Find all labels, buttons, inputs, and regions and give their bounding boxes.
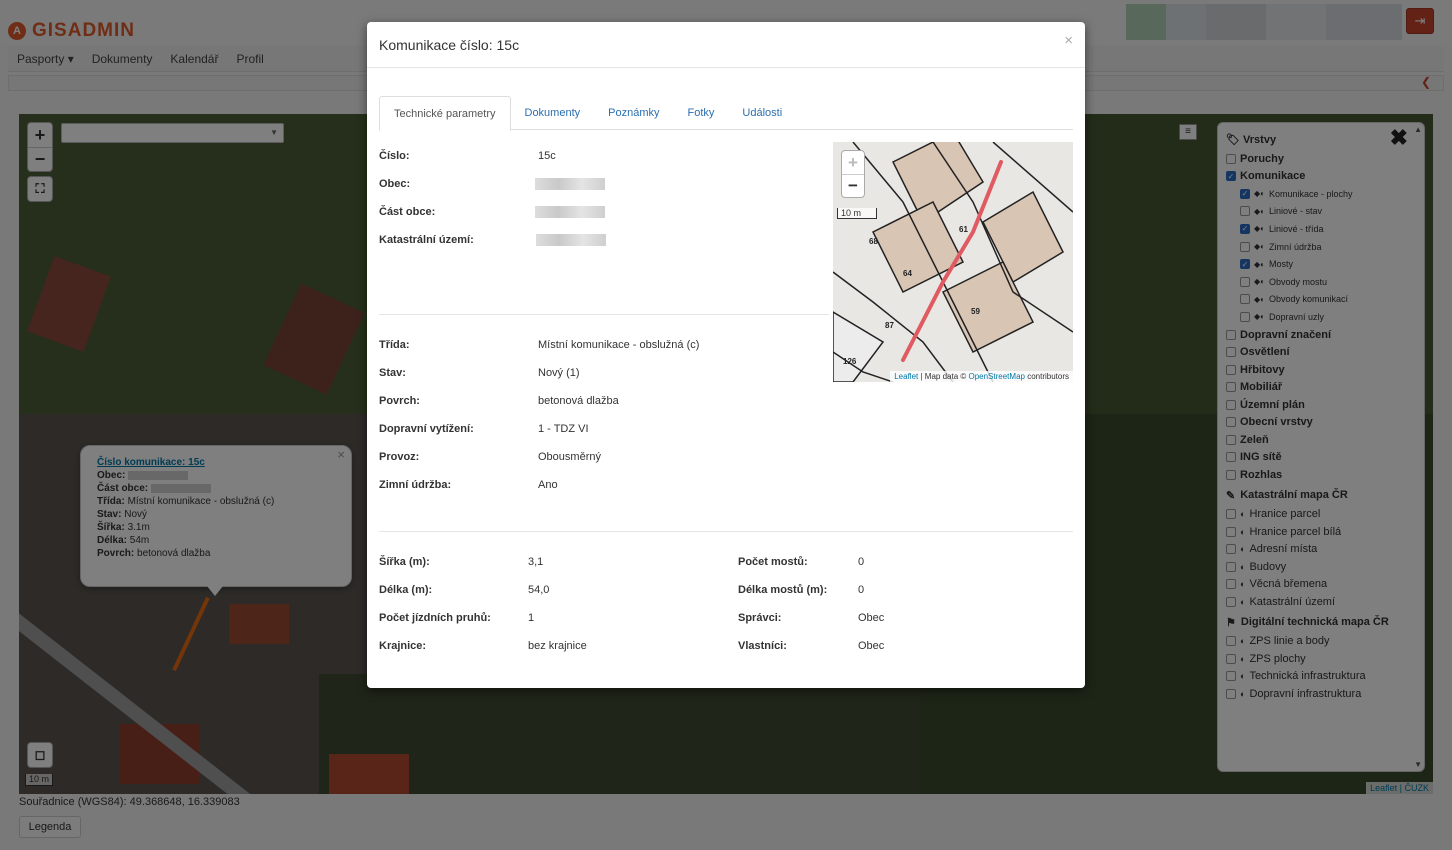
delka-mostu-label: Délka mostů (m): bbox=[738, 584, 828, 596]
trida-label: Třída: bbox=[379, 339, 410, 351]
povrch-label: Povrch: bbox=[379, 395, 420, 407]
pruhy-label: Počet jízdních pruhů: bbox=[379, 612, 491, 624]
detail-minimap[interactable]: 68 64 59 126 87 61 + − 10 m Leaflet | Ma… bbox=[833, 142, 1073, 382]
stav-value: Nový (1) bbox=[538, 367, 580, 379]
povrch-value: betonová dlažba bbox=[538, 395, 619, 407]
parcel-number: 64 bbox=[903, 269, 912, 278]
modal-tabs: Technické parametry Dokumenty Poznámky F… bbox=[379, 96, 1073, 131]
parcel-number: 61 bbox=[959, 225, 968, 234]
attr-text-end: contributors bbox=[1024, 372, 1069, 381]
minimap-attribution: Leaflet | Map data © OpenStreetMap contr… bbox=[890, 371, 1073, 382]
delka-mostu-value: 0 bbox=[858, 584, 865, 596]
pruhy-value: 1 bbox=[528, 612, 535, 624]
parcel-number: 59 bbox=[971, 307, 980, 316]
provoz-value: Obousměrný bbox=[538, 451, 601, 463]
leaflet-link[interactable]: Leaflet bbox=[894, 372, 918, 381]
divider bbox=[379, 314, 829, 315]
provoz-label: Provoz: bbox=[379, 451, 420, 463]
pocet-mostu-label: Počet mostů: bbox=[738, 556, 808, 568]
vlastnici-label: Vlastníci: bbox=[738, 640, 787, 652]
obec-label: Obec: bbox=[379, 178, 411, 190]
tab-fotky[interactable]: Fotky bbox=[674, 96, 729, 130]
parcel-number: 126 bbox=[843, 357, 857, 366]
tab-poznamky[interactable]: Poznámky bbox=[594, 96, 673, 130]
modal-title: Komunikace číslo: 15c bbox=[367, 22, 1085, 68]
stav-label: Stav: bbox=[379, 367, 406, 379]
minimap-scale: 10 m bbox=[837, 208, 877, 219]
road-detail-modal: Komunikace číslo: 15c × Technické parame… bbox=[367, 22, 1085, 688]
krajnice-value: bez krajnice bbox=[528, 640, 587, 652]
divider bbox=[379, 531, 1073, 532]
zimni-value: Ano bbox=[538, 479, 558, 491]
krajnice-label: Krajnice: bbox=[379, 640, 427, 652]
cislo-value: 15c bbox=[538, 150, 556, 162]
delka-value: 54,0 bbox=[528, 584, 550, 596]
spravci-label: Správci: bbox=[738, 612, 782, 624]
parcel-number: 87 bbox=[885, 321, 894, 330]
minimap-zoom-in-button[interactable]: + bbox=[842, 151, 864, 174]
cast-obce-value-blurred bbox=[535, 206, 605, 218]
tab-udalosti[interactable]: Události bbox=[728, 96, 796, 130]
spravci-value: Obec bbox=[858, 612, 885, 624]
minimap-zoom-out-button[interactable]: − bbox=[842, 174, 864, 197]
osm-link[interactable]: OpenStreetMap bbox=[968, 372, 1024, 381]
cadastral-map-svg: 68 64 59 126 87 61 bbox=[833, 142, 1073, 382]
zimni-label: Zimní údržba: bbox=[379, 479, 452, 491]
parcel-number: 68 bbox=[869, 237, 878, 246]
cislo-label: Číslo: bbox=[379, 150, 410, 162]
modal-close-button[interactable]: × bbox=[1064, 32, 1073, 49]
ku-label: Katastrální území: bbox=[379, 234, 474, 246]
vlastnici-value: Obec bbox=[858, 640, 885, 652]
zatizeni-value: 1 - TDZ VI bbox=[538, 423, 589, 435]
tab-dokumenty[interactable]: Dokumenty bbox=[511, 96, 595, 130]
delka-label: Délka (m): bbox=[379, 584, 433, 596]
zatizeni-label: Dopravní vytížení: bbox=[379, 423, 474, 435]
attr-text: | Map data © bbox=[918, 372, 969, 381]
tab-technicke-parametry[interactable]: Technické parametry bbox=[379, 96, 511, 131]
sirka-label: Šířka (m): bbox=[379, 556, 430, 568]
trida-value: Místní komunikace - obslužná (c) bbox=[538, 339, 700, 351]
obec-value-blurred bbox=[535, 178, 605, 190]
minimap-zoom-control: + − bbox=[841, 150, 865, 198]
pocet-mostu-value: 0 bbox=[858, 556, 865, 568]
sirka-value: 3,1 bbox=[528, 556, 544, 568]
ku-value-blurred bbox=[536, 234, 606, 246]
cast-obce-label: Část obce: bbox=[379, 206, 436, 218]
